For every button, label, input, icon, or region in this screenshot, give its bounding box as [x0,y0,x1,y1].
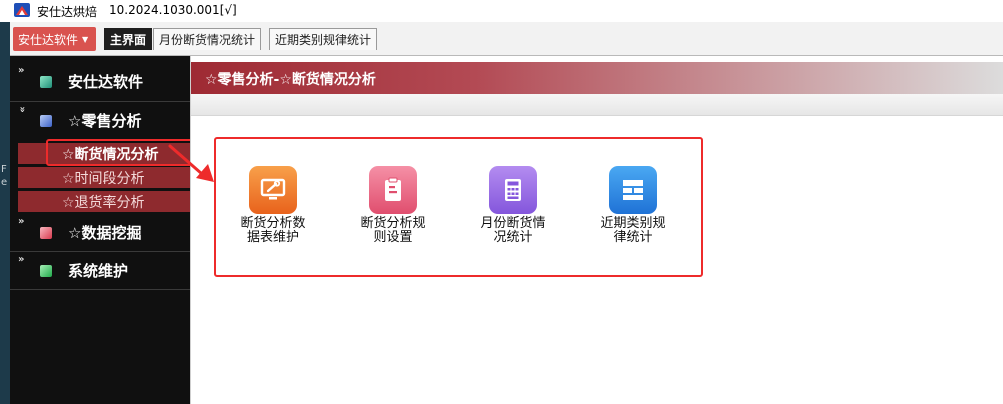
annotation-highlight-box [214,137,703,277]
chevron-double-right-icon: » [18,65,25,76]
caret-down-icon: ▼ [82,34,89,44]
sidebar-group-label: ☆零售分析 [68,112,142,130]
app-title: 安仕达烘焙 [37,5,98,19]
sidebar-group-anshida[interactable]: » 安仕达软件 [10,63,190,99]
app-menu-button[interactable]: 安仕达软件 ▼ [13,27,96,51]
tab-monthly-stockout[interactable]: 月份断货情况统计 [153,28,262,50]
edge-text-fragment: e [1,177,8,188]
edge-text-fragment: F [1,164,7,175]
tab-main[interactable]: 主界面 [104,28,153,50]
tab-bar: 安仕达软件 ▼ 主界面 月份断货情况统计 近期类别规律统计 [10,22,1003,56]
sidebar-group-label: ☆数据挖掘 [68,224,142,242]
annotation-arrow-icon [168,144,214,182]
module-icon [40,115,52,127]
app-menu-label: 安仕达软件 [18,32,79,47]
title-bar: 安仕达烘焙 10.2024.1030.001[√] [0,0,1003,22]
chevron-double-right-icon: » [18,216,25,227]
content-header-title: ☆零售分析-☆断货情况分析 [205,72,376,88]
content-subbar [191,94,1003,116]
module-icon [40,76,52,88]
chevron-double-right-icon: » [18,254,25,265]
sidebar-group-system-maintenance[interactable]: » 系统维护 [10,252,190,288]
app-logo-icon [14,3,30,17]
sidebar-item-time-period-analysis[interactable]: ☆时间段分析 [18,167,190,188]
background-window-edge: F e [0,22,10,404]
module-icon [40,227,52,239]
divider [10,289,190,290]
module-icon [40,265,52,277]
chevron-double-down-icon: » [16,106,28,113]
content-header-bar: ☆零售分析-☆断货情况分析 [191,62,1003,94]
sidebar-group-retail-analysis[interactable]: » ☆零售分析 [10,102,190,138]
app-version: 10.2024.1030.001[√] [109,3,237,17]
sidebar-item-return-rate-analysis[interactable]: ☆退货率分析 [18,191,190,212]
tab-recent-category[interactable]: 近期类别规律统计 [269,28,378,50]
sidebar-group-label: 安仕达软件 [68,73,144,91]
sidebar-group-label: 系统维护 [68,262,129,280]
sidebar: » 安仕达软件 » ☆零售分析 ☆断货情况分析 ☆时间段分析 ☆退货率分析 » … [10,56,190,404]
sidebar-group-data-mining[interactable]: » ☆数据挖掘 [10,214,190,250]
